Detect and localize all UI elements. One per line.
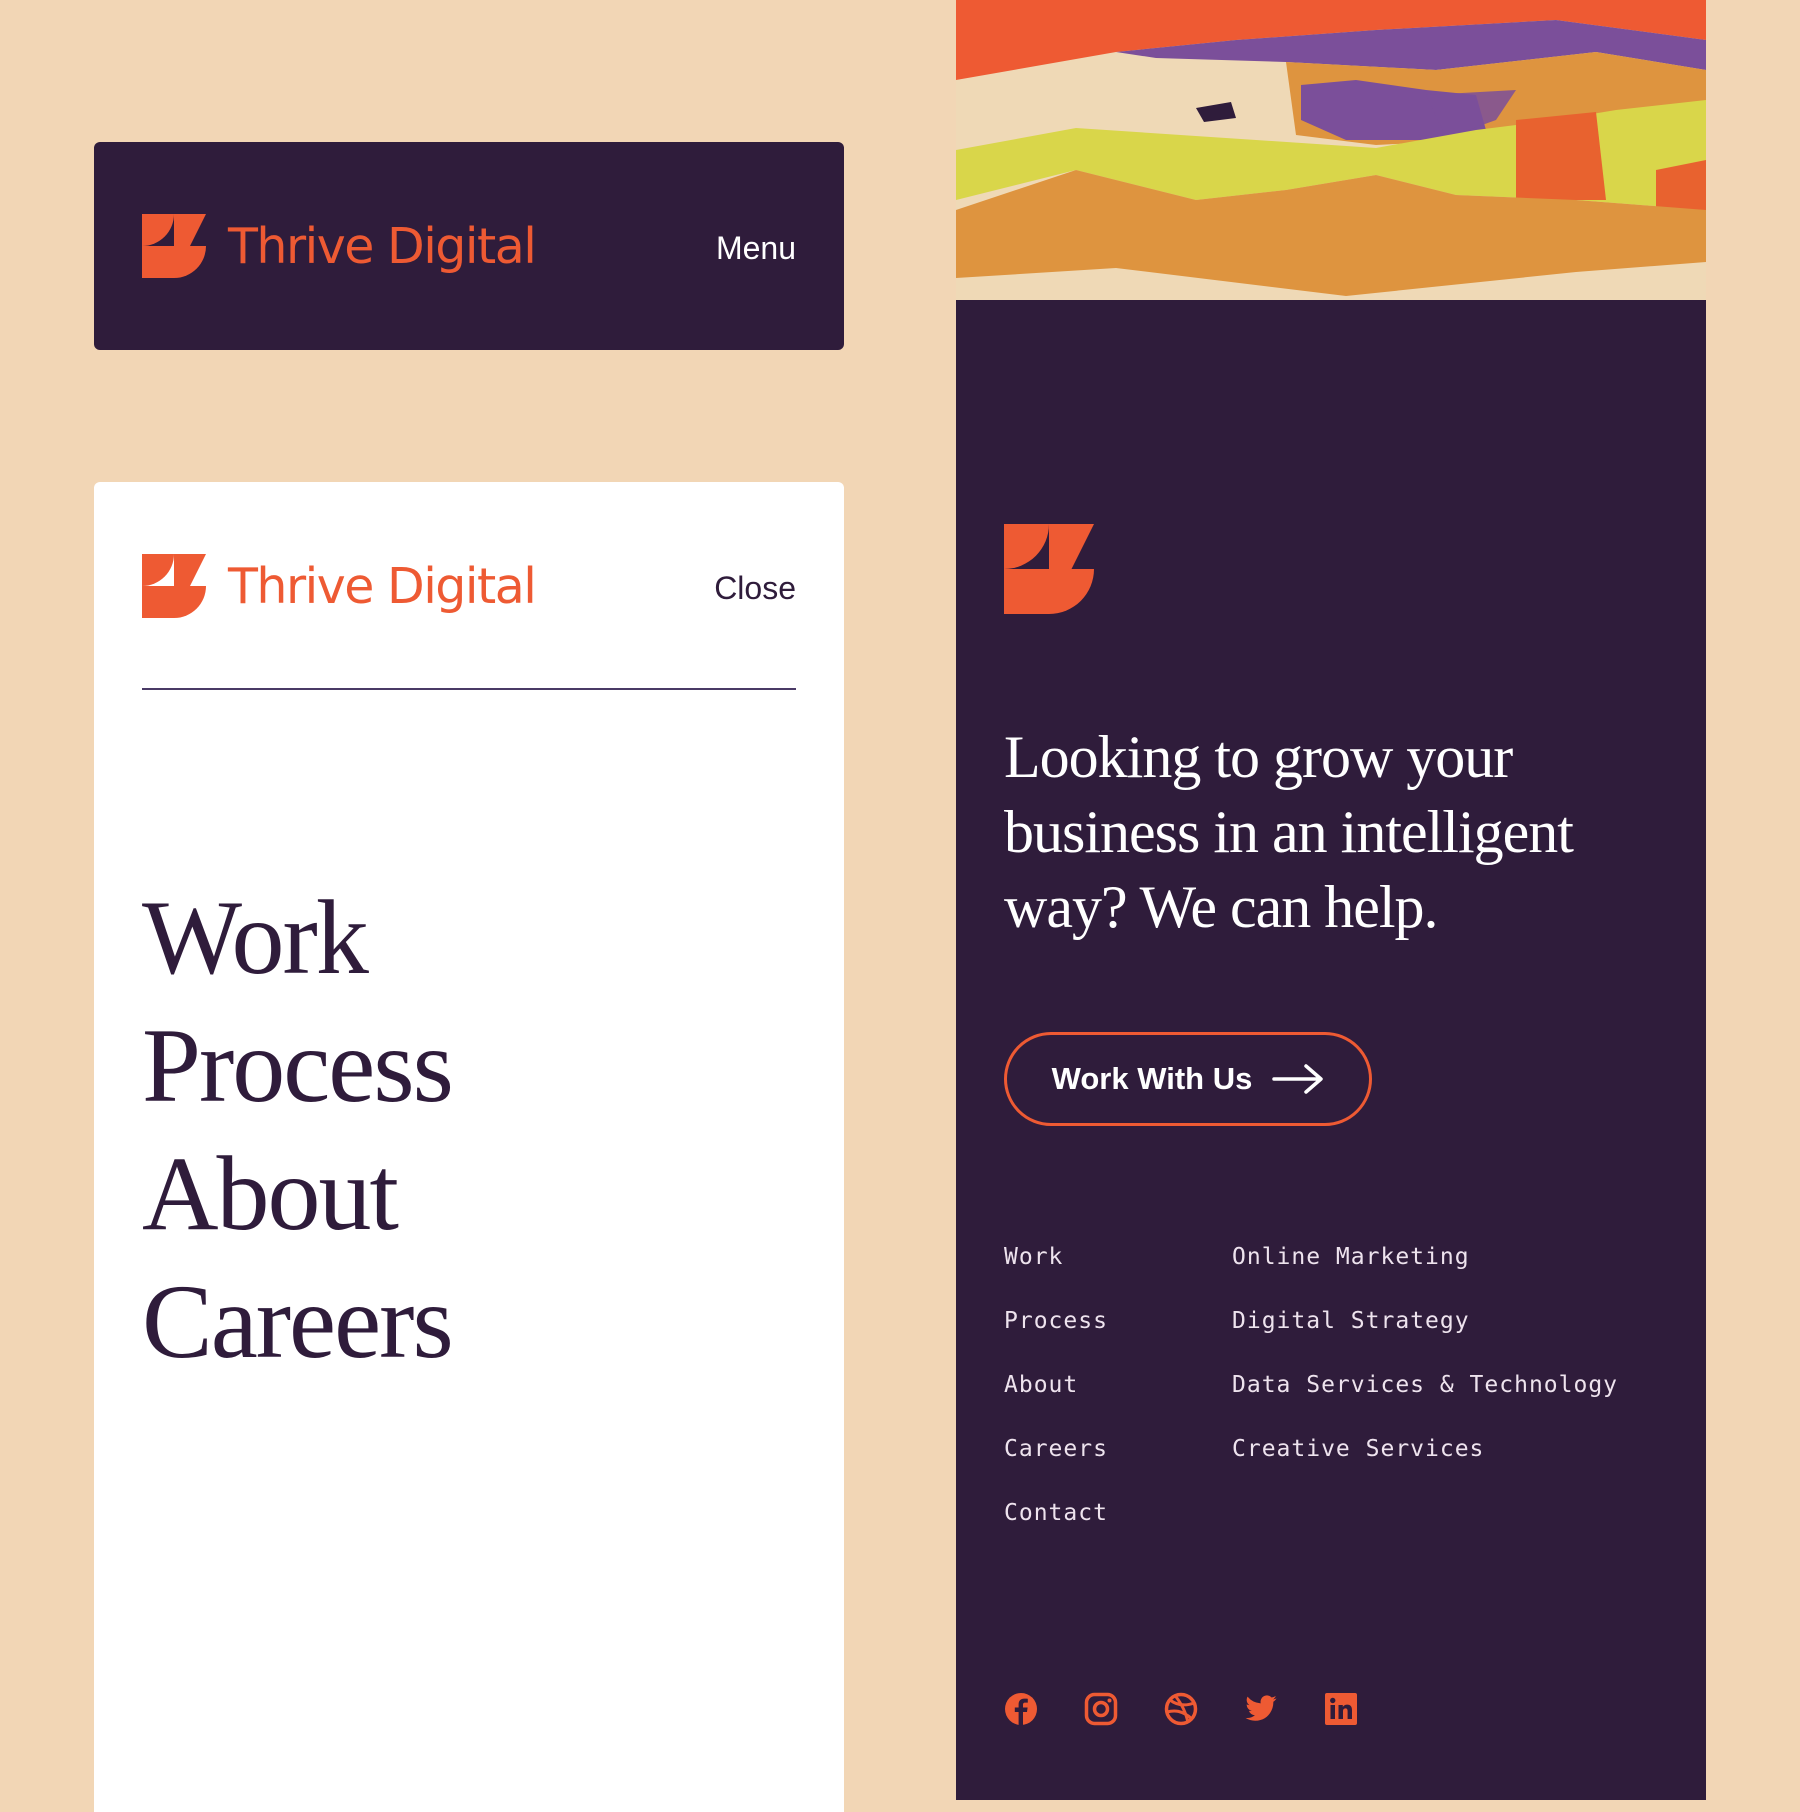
service-link-data-services[interactable]: Data Services & Technology <box>1232 1374 1618 1397</box>
mobile-menu-open: Thrive Digital Close Work Process About … <box>94 482 844 1812</box>
instagram-icon[interactable] <box>1084 1692 1118 1726</box>
footer-services: Online Marketing Digital Strategy Data S… <box>1232 1246 1618 1502</box>
brand-logo[interactable]: Thrive Digital <box>142 214 537 278</box>
nav-link-process[interactable]: Process <box>142 1002 454 1130</box>
dribbble-icon[interactable] <box>1164 1692 1198 1726</box>
site-header-closed: Thrive Digital Menu <box>94 142 844 350</box>
nav-item: Process <box>142 1002 454 1130</box>
nav-item: Work <box>142 874 452 1002</box>
brand-name: Thrive Digital <box>228 217 537 275</box>
service-link-creative-services[interactable]: Creative Services <box>1232 1438 1484 1461</box>
nav-link-about[interactable]: About <box>142 1130 399 1258</box>
brand-mark-icon <box>142 554 206 618</box>
footer-link-about[interactable]: About <box>1004 1374 1078 1397</box>
close-button[interactable]: Close <box>714 572 796 604</box>
footer-link-work[interactable]: Work <box>1004 1246 1063 1269</box>
service-link-digital-strategy[interactable]: Digital Strategy <box>1232 1310 1470 1333</box>
decorative-landscape-art <box>956 0 1706 300</box>
social-links <box>1004 1692 1404 1726</box>
footer-link-contact[interactable]: Contact <box>1004 1502 1108 1525</box>
site-footer: Looking to grow your business in an inte… <box>956 0 1706 1800</box>
nav-item: Careers <box>142 1258 454 1386</box>
footer-nav: Work Process About Careers Contact <box>1004 1246 1108 1566</box>
linkedin-icon[interactable] <box>1324 1692 1358 1726</box>
arrow-right-icon <box>1272 1064 1324 1094</box>
facebook-icon[interactable] <box>1004 1692 1038 1726</box>
cta-label: Work With Us <box>1051 1061 1253 1096</box>
brand-name: Thrive Digital <box>228 557 537 615</box>
brand-logo[interactable]: Thrive Digital <box>142 554 537 618</box>
footer-tagline: Looking to grow your business in an inte… <box>1004 724 1574 940</box>
brand-mark-icon <box>1004 524 1094 614</box>
menu-button[interactable]: Menu <box>716 232 796 264</box>
service-link-online-marketing[interactable]: Online Marketing <box>1232 1246 1470 1269</box>
nav-item: About <box>142 1130 452 1258</box>
work-with-us-button[interactable]: Work With Us <box>1004 1032 1372 1126</box>
nav-link-work[interactable]: Work <box>142 874 369 1002</box>
menu-divider <box>142 688 796 690</box>
twitter-icon[interactable] <box>1244 1692 1278 1726</box>
footer-link-careers[interactable]: Careers <box>1004 1438 1108 1461</box>
mobile-nav: Work Process About Careers <box>142 874 454 1386</box>
nav-link-careers[interactable]: Careers <box>142 1258 454 1386</box>
brand-mark-icon <box>142 214 206 278</box>
footer-link-process[interactable]: Process <box>1004 1310 1108 1333</box>
